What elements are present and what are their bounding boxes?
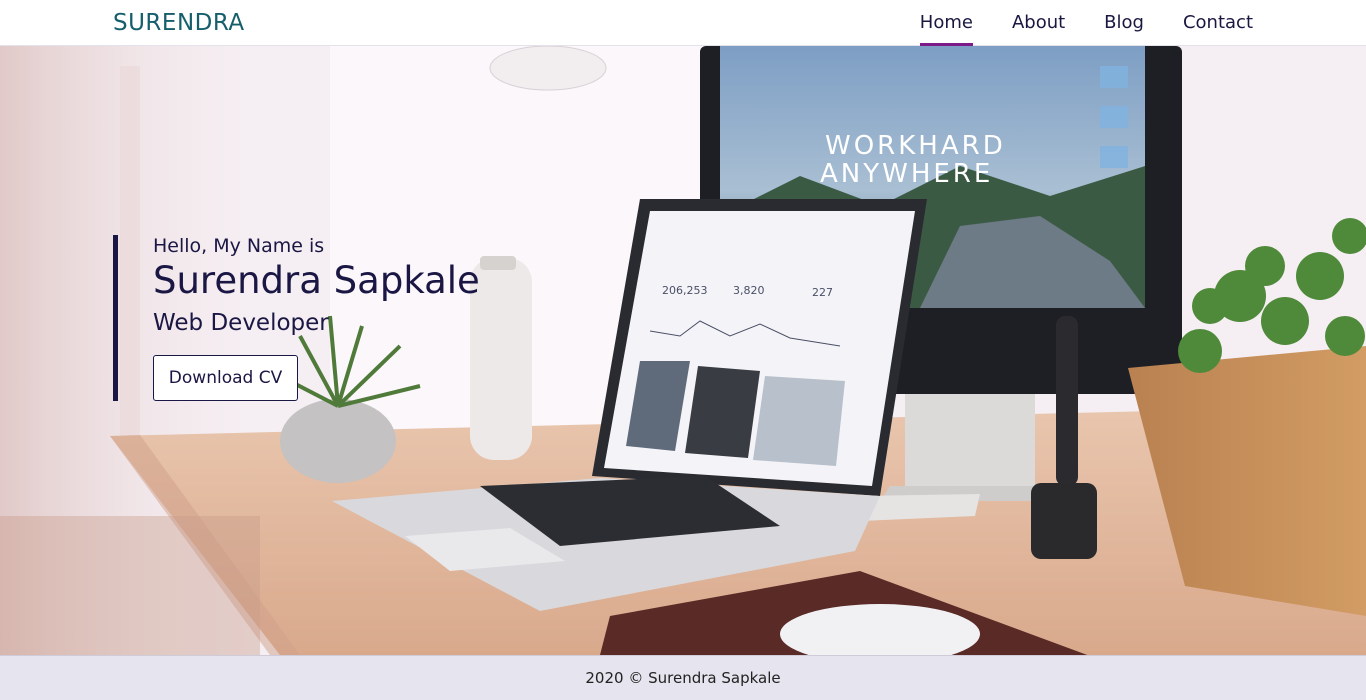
nav-contact-link[interactable]: Contact [1183, 0, 1253, 46]
hero-greeting: Hello, My Name is [153, 235, 325, 257]
laptop-stat-3: 227 [812, 286, 833, 299]
laptop-stat-2: 3,820 [733, 284, 765, 297]
hero-section: WORKHARD ANYWHERE 206,253 3,820 227 Hell… [0, 46, 1366, 655]
nav-about-link[interactable]: About [1012, 0, 1065, 46]
page-footer: 2020 © Surendra Sapkale [0, 655, 1366, 700]
main-nav: Home About Blog Contact [881, 0, 1253, 46]
top-navbar: SURENDRA Home About Blog Contact [0, 0, 1366, 46]
monitor-wallpaper-line1: WORKHARD [825, 131, 1006, 161]
footer-copyright: 2020 © Surendra Sapkale [585, 669, 781, 687]
download-cv-button[interactable]: Download CV [153, 355, 298, 401]
intro-block: Hello, My Name is Surendra Sapkale Web D… [113, 235, 533, 401]
brand-logo[interactable]: SURENDRA [113, 10, 245, 36]
hero-role: Web Developer [153, 310, 329, 336]
monitor-wallpaper-line2: ANYWHERE [820, 159, 993, 189]
nav-home-link[interactable]: Home [919, 0, 974, 46]
hero-name: Surendra Sapkale [153, 259, 480, 302]
nav-blog-link[interactable]: Blog [1104, 0, 1144, 46]
laptop-stat-1: 206,253 [662, 284, 708, 297]
